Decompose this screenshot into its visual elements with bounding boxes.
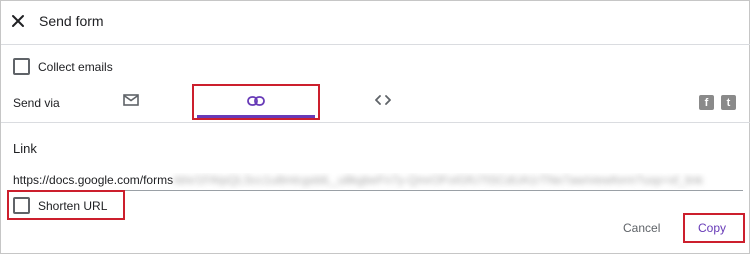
url-field-underline (13, 190, 743, 191)
shorten-url-checkbox[interactable] (13, 197, 30, 214)
tab-embed-html[interactable] (361, 85, 405, 119)
code-icon (374, 93, 392, 111)
link-url-obscured: /d/e/1FAIpQLScc1u8mlcgsblL_u8kgbeFn7y-Qm… (173, 173, 703, 187)
link-url-visible: https://docs.google.com/forms (13, 173, 174, 187)
send-via-label: Send via (13, 96, 60, 110)
send-form-dialog: Send form Collect emails Send via f t Li… (0, 0, 750, 254)
section-divider (1, 122, 750, 123)
collect-emails-checkbox[interactable] (13, 58, 30, 75)
collect-emails-label: Collect emails (38, 60, 113, 74)
tab-link[interactable] (193, 85, 319, 119)
cancel-button[interactable]: Cancel (623, 221, 660, 235)
copy-button[interactable]: Copy (698, 221, 726, 235)
facebook-icon[interactable]: f (699, 95, 714, 110)
link-icon (247, 93, 265, 111)
selected-tab-indicator (197, 115, 315, 118)
link-url-field[interactable]: https://docs.google.com/forms/d/e/1FAIpQ… (13, 173, 743, 189)
close-icon[interactable] (7, 10, 29, 32)
dialog-title: Send form (39, 13, 104, 29)
envelope-icon (123, 93, 139, 111)
shorten-url-label: Shorten URL (38, 199, 108, 213)
twitter-icon[interactable]: t (721, 95, 736, 110)
dialog-header: Send form (1, 1, 750, 45)
link-heading: Link (13, 141, 37, 156)
tab-email[interactable] (109, 85, 153, 119)
